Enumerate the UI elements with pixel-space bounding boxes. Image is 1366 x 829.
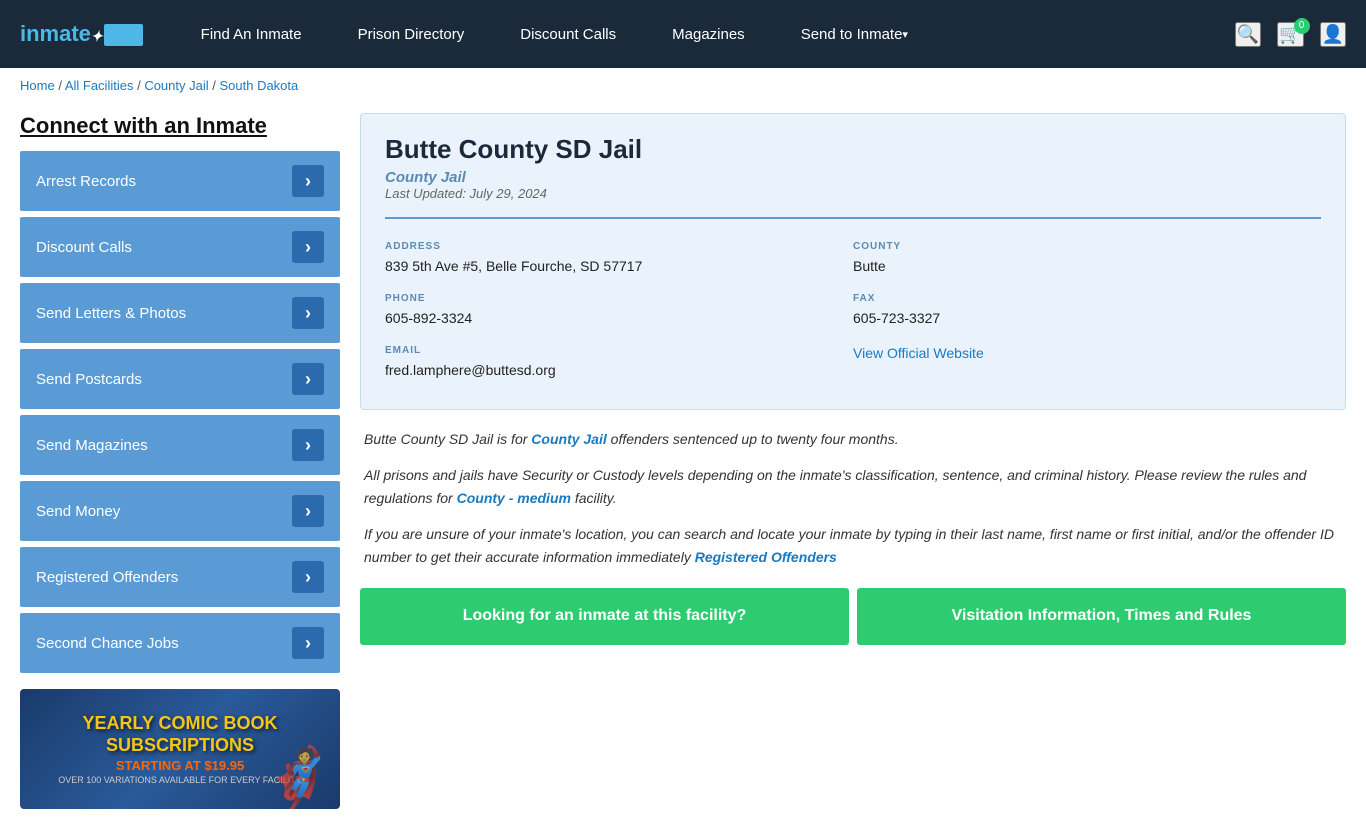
address-cell: ADDRESS 839 5th Ave #5, Belle Fourche, S… <box>385 233 853 285</box>
facility-card: Butte County SD Jail County Jail Last Up… <box>360 113 1346 410</box>
cart-button[interactable]: 🛒 0 <box>1277 22 1303 47</box>
sidebar-label-send-magazines: Send Magazines <box>36 437 148 454</box>
user-icon: 👤 <box>1322 24 1344 45</box>
sidebar-item-send-money[interactable]: Send Money › <box>20 481 340 541</box>
breadcrumb-all-facilities[interactable]: All Facilities <box>65 78 134 93</box>
fax-label: FAX <box>853 293 1321 304</box>
breadcrumb-south-dakota[interactable]: South Dakota <box>219 78 298 93</box>
description-para3: If you are unsure of your inmate's locat… <box>364 523 1342 568</box>
breadcrumb-county-jail[interactable]: County Jail <box>144 78 208 93</box>
header-icons: 🔍 🛒 0 👤 <box>1235 22 1346 47</box>
visitation-cta-button[interactable]: Visitation Information, Times and Rules <box>857 588 1346 645</box>
sidebar-item-send-magazines[interactable]: Send Magazines › <box>20 415 340 475</box>
main-nav: Find An Inmate Prison Directory Discount… <box>173 0 1235 68</box>
desc-para1-prefix: Butte County SD Jail is for <box>364 431 531 447</box>
sidebar-label-registered-offenders: Registered Offenders <box>36 569 178 586</box>
sidebar-item-second-chance-jobs[interactable]: Second Chance Jobs › <box>20 613 340 673</box>
sidebar-item-discount-calls[interactable]: Discount Calls › <box>20 217 340 277</box>
arrow-icon-discount-calls: › <box>292 231 324 263</box>
arrow-icon-send-money: › <box>292 495 324 527</box>
arrow-icon-registered-offenders: › <box>292 561 324 593</box>
county-label: COUNTY <box>853 241 1321 252</box>
sidebar-item-arrest-records[interactable]: Arrest Records › <box>20 151 340 211</box>
arrow-icon-send-letters: › <box>292 297 324 329</box>
sidebar-label-discount-calls: Discount Calls <box>36 239 132 256</box>
registered-offenders-link[interactable]: Registered Offenders <box>695 549 837 565</box>
facility-type: County Jail <box>385 169 1321 186</box>
nav-magazines[interactable]: Magazines <box>644 0 773 68</box>
sidebar-advertisement[interactable]: YEARLY COMIC BOOKSUBSCRIPTIONS STARTING … <box>20 689 340 809</box>
sidebar-item-send-letters[interactable]: Send Letters & Photos › <box>20 283 340 343</box>
sidebar-label-send-letters: Send Letters & Photos <box>36 305 186 322</box>
user-button[interactable]: 👤 <box>1320 22 1346 47</box>
facility-info-grid: ADDRESS 839 5th Ave #5, Belle Fourche, S… <box>385 217 1321 389</box>
website-cell: View Official Website <box>853 337 1321 389</box>
phone-label: PHONE <box>385 293 853 304</box>
nav-discount-calls[interactable]: Discount Calls <box>492 0 644 68</box>
fax-cell: FAX 605-723-3327 <box>853 285 1321 337</box>
header: inmate✦AID Find An Inmate Prison Directo… <box>0 0 1366 68</box>
cta-buttons: Looking for an inmate at this facility? … <box>360 588 1346 645</box>
sidebar-title: Connect with an Inmate <box>20 113 340 139</box>
search-button[interactable]: 🔍 <box>1235 22 1261 47</box>
phone-value: 605-892-3324 <box>385 308 853 329</box>
ad-title: YEARLY COMIC BOOKSUBSCRIPTIONS <box>82 713 277 756</box>
arrow-icon-second-chance-jobs: › <box>292 627 324 659</box>
address-value: 839 5th Ave #5, Belle Fourche, SD 57717 <box>385 256 853 277</box>
logo-aid-text: AID <box>104 24 143 46</box>
county-jail-link[interactable]: County Jail <box>531 431 606 447</box>
nav-send-to-inmate[interactable]: Send to Inmate <box>773 0 936 68</box>
sidebar-label-second-chance-jobs: Second Chance Jobs <box>36 635 179 652</box>
desc-para1-suffix: offenders sentenced up to twenty four mo… <box>607 431 899 447</box>
county-cell: COUNTY Butte <box>853 233 1321 285</box>
facility-name: Butte County SD Jail <box>385 134 1321 165</box>
main-content: Butte County SD Jail County Jail Last Up… <box>360 113 1346 809</box>
search-icon: 🔍 <box>1237 24 1259 45</box>
ad-hero-icon: 🦸 <box>261 749 336 809</box>
sidebar-label-send-postcards: Send Postcards <box>36 371 142 388</box>
email-label: EMAIL <box>385 345 853 356</box>
sidebar-menu: Arrest Records › Discount Calls › Send L… <box>20 151 340 673</box>
sidebar-item-send-postcards[interactable]: Send Postcards › <box>20 349 340 409</box>
breadcrumb: Home / All Facilities / County Jail / So… <box>0 68 1366 103</box>
county-value: Butte <box>853 256 1321 277</box>
website-link[interactable]: View Official Website <box>853 345 984 361</box>
sidebar-item-registered-offenders[interactable]: Registered Offenders › <box>20 547 340 607</box>
sidebar-label-arrest-records: Arrest Records <box>36 173 136 190</box>
facility-last-updated: Last Updated: July 29, 2024 <box>385 186 1321 201</box>
logo-text: inmate✦AID <box>20 21 143 47</box>
breadcrumb-home[interactable]: Home <box>20 78 55 93</box>
nav-prison-directory[interactable]: Prison Directory <box>330 0 493 68</box>
description-para2: All prisons and jails have Security or C… <box>364 464 1342 509</box>
desc-para2-suffix: facility. <box>571 490 617 506</box>
sidebar: Connect with an Inmate Arrest Records › … <box>20 113 340 809</box>
sidebar-label-send-money: Send Money <box>36 503 120 520</box>
ad-subtitle: STARTING AT $19.95 <box>116 758 244 773</box>
arrow-icon-arrest-records: › <box>292 165 324 197</box>
find-inmate-cta-button[interactable]: Looking for an inmate at this facility? <box>360 588 849 645</box>
description-para1: Butte County SD Jail is for County Jail … <box>364 428 1342 450</box>
cart-badge: 0 <box>1294 18 1310 34</box>
nav-find-inmate[interactable]: Find An Inmate <box>173 0 330 68</box>
email-value: fred.lamphere@buttesd.org <box>385 360 853 381</box>
phone-cell: PHONE 605-892-3324 <box>385 285 853 337</box>
logo[interactable]: inmate✦AID <box>20 21 143 47</box>
county-medium-link[interactable]: County - medium <box>457 490 571 506</box>
facility-description: Butte County SD Jail is for County Jail … <box>360 428 1346 568</box>
arrow-icon-send-postcards: › <box>292 363 324 395</box>
arrow-icon-send-magazines: › <box>292 429 324 461</box>
fax-value: 605-723-3327 <box>853 308 1321 329</box>
address-label: ADDRESS <box>385 241 853 252</box>
main-layout: Connect with an Inmate Arrest Records › … <box>0 103 1366 829</box>
desc-para3-prefix: If you are unsure of your inmate's locat… <box>364 526 1334 564</box>
email-cell: EMAIL fred.lamphere@buttesd.org <box>385 337 853 389</box>
